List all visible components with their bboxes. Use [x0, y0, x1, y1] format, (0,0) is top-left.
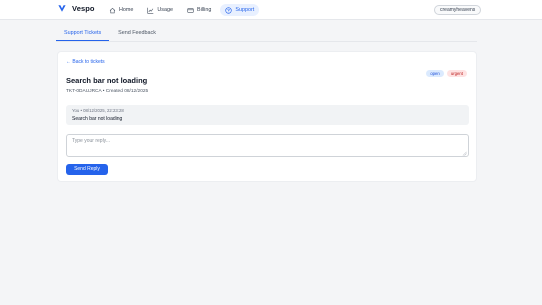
help-icon — [225, 6, 232, 14]
user-menu-button[interactable]: creamyheavens — [434, 5, 482, 15]
tabs: Support Tickets Send Feedback — [56, 28, 165, 41]
brand-name: Vespo — [72, 4, 95, 13]
nav-item-label: Home — [119, 7, 134, 13]
nav-item-home[interactable]: Home — [104, 4, 138, 16]
home-icon — [109, 7, 116, 13]
top-navbar: Vespo Home Usage Billing Support creamyh… — [0, 0, 542, 20]
main-nav: Home Usage Billing Support — [104, 4, 263, 16]
nav-item-label: Billing — [196, 7, 212, 13]
message-text: Search bar not loading — [72, 116, 123, 122]
send-reply-button[interactable]: Send Reply — [66, 164, 108, 175]
back-to-tickets-link[interactable]: ← Back to tickets — [66, 59, 105, 65]
nav-item-label: Support — [235, 7, 255, 13]
nav-item-label: Usage — [157, 7, 173, 13]
tabs-divider — [56, 41, 477, 42]
tab-support-tickets[interactable]: Support Tickets — [56, 28, 110, 41]
nav-item-support[interactable]: Support — [220, 4, 260, 16]
ticket-card: ← Back to tickets Search bar not loading… — [57, 51, 477, 182]
ticket-meta: TKT-0DAUJRCA • Created 08/12/2025 — [66, 89, 149, 94]
brand[interactable]: Vespo — [58, 4, 95, 13]
status-badge: open — [426, 70, 444, 77]
message-meta: You • 08/12/2025, 22:23:28 — [72, 108, 124, 113]
ticket-title: Search bar not loading — [66, 76, 148, 85]
vespo-logo-icon — [58, 5, 66, 12]
nav-item-usage[interactable]: Usage — [142, 4, 178, 16]
ticket-badges: open urgent — [423, 70, 467, 77]
chart-icon — [147, 7, 154, 14]
resize-handle-icon[interactable] — [462, 151, 467, 156]
reply-input[interactable] — [66, 134, 469, 157]
nav-item-billing[interactable]: Billing — [182, 4, 216, 16]
message-bubble: You • 08/12/2025, 22:23:28 Search bar no… — [66, 105, 469, 125]
priority-badge: urgent — [446, 70, 467, 77]
tab-send-feedback[interactable]: Send Feedback — [110, 28, 164, 41]
card-icon — [187, 7, 194, 13]
